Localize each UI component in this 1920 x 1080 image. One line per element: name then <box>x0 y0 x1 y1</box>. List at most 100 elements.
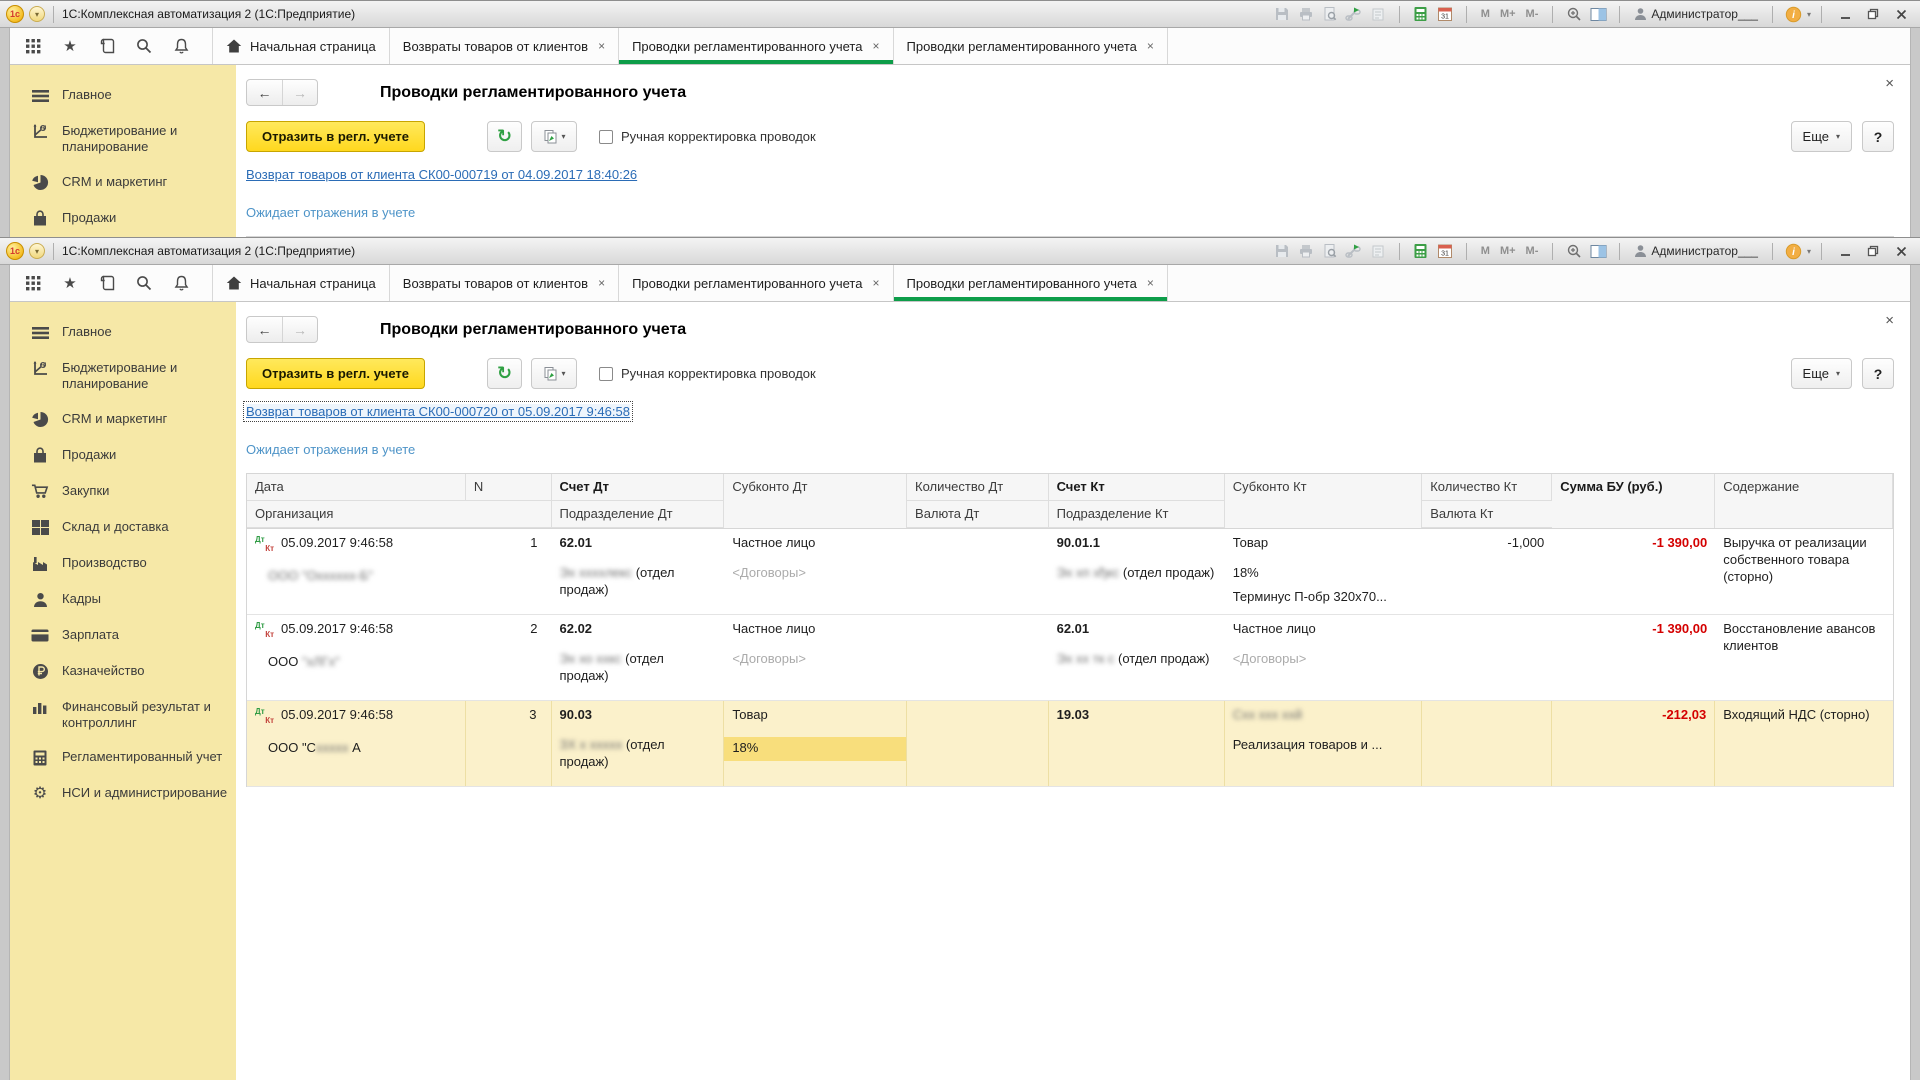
more-button[interactable]: Еще▾ <box>1791 121 1852 152</box>
get-link-icon[interactable] <box>1343 242 1365 261</box>
print-preview-icon[interactable] <box>1319 242 1341 261</box>
more-button[interactable]: Еще▾ <box>1791 358 1852 389</box>
tab-3[interactable]: Проводки регламентированного учета× <box>893 265 1168 301</box>
restore-button[interactable] <box>1860 5 1886 24</box>
tab-0[interactable]: Начальная страница <box>212 28 389 64</box>
manual-correction-checkbox[interactable]: Ручная корректировка проводок <box>599 366 816 381</box>
info-icon[interactable]: i <box>1783 242 1805 261</box>
reflect-dropdown-button[interactable]: ▾ <box>531 358 577 389</box>
main-menu-icon[interactable] <box>24 274 42 292</box>
window-titlebar[interactable]: 1с ▾ 1С:Комплексная автоматизация 2 (1С:… <box>0 238 1920 265</box>
minimize-button[interactable] <box>1832 5 1858 24</box>
reflect-dropdown-button[interactable]: ▾ <box>531 121 577 152</box>
tab-close-icon[interactable]: × <box>872 39 879 53</box>
memory-m-minus-button[interactable]: M- <box>1522 8 1543 20</box>
calendar-icon[interactable]: 31 <box>1434 242 1456 261</box>
sidebar-item[interactable]: ₽Бюджетирование и планирование <box>10 114 236 165</box>
sidebar-item[interactable]: ₽Бюджетирование и планирование <box>10 351 236 402</box>
info-icon[interactable]: i <box>1783 5 1805 24</box>
split-window-icon[interactable] <box>1587 242 1609 261</box>
restore-button[interactable] <box>1860 242 1886 261</box>
back-button[interactable]: ← <box>247 80 282 105</box>
memory-m-button[interactable]: M <box>1477 8 1494 20</box>
zoom-icon[interactable] <box>1563 242 1585 261</box>
go-to-link-icon[interactable] <box>1367 242 1389 261</box>
favorites-icon[interactable]: ★ <box>61 37 79 55</box>
chevron-down-icon[interactable]: ▾ <box>1807 247 1811 256</box>
history-icon[interactable] <box>98 274 116 292</box>
help-button[interactable]: ? <box>1862 121 1894 152</box>
sidebar-item[interactable]: Склад и доставка <box>10 510 236 546</box>
search-icon[interactable] <box>135 274 153 292</box>
print-preview-icon[interactable] <box>1319 5 1341 24</box>
get-link-icon[interactable] <box>1343 5 1365 24</box>
print-icon[interactable] <box>1295 5 1317 24</box>
forward-button[interactable]: → <box>282 80 317 105</box>
posting-row[interactable]: ДтКт05.09.2017 9:46:58ООО "хЛГх"262.02Эх… <box>247 615 1893 701</box>
chevron-down-icon[interactable]: ▾ <box>1807 10 1811 19</box>
tab-close-icon[interactable]: × <box>598 276 605 290</box>
sidebar-item[interactable]: Регламентированный учет <box>10 740 236 776</box>
sidebar-item[interactable]: ⚙НСИ и администрирование <box>10 776 236 812</box>
forward-button[interactable]: → <box>282 317 317 342</box>
current-user[interactable]: Администратор___ <box>1630 244 1762 258</box>
print-icon[interactable] <box>1295 242 1317 261</box>
manual-correction-checkbox[interactable]: Ручная корректировка проводок <box>599 129 816 144</box>
history-icon[interactable] <box>98 37 116 55</box>
tab-2[interactable]: Проводки регламентированного учета× <box>618 28 892 64</box>
sidebar-item[interactable]: Казначейство <box>10 654 236 690</box>
minimize-button[interactable] <box>1832 242 1858 261</box>
calendar-icon[interactable]: 31 <box>1434 5 1456 24</box>
notifications-bell-icon[interactable] <box>172 37 190 55</box>
tab-2[interactable]: Проводки регламентированного учета× <box>618 265 892 301</box>
back-button[interactable]: ← <box>247 317 282 342</box>
sidebar-item[interactable]: Закупки <box>10 474 236 510</box>
memory-m-button[interactable]: M <box>1477 245 1494 257</box>
close-button[interactable] <box>1888 5 1914 24</box>
refresh-button[interactable]: ↻ <box>487 121 522 152</box>
sidebar-item[interactable]: Кадры <box>10 582 236 618</box>
refresh-button[interactable]: ↻ <box>487 358 522 389</box>
current-user[interactable]: Администратор___ <box>1630 7 1762 21</box>
close-button[interactable] <box>1888 242 1914 261</box>
posting-row[interactable]: ДтКт05.09.2017 9:46:58ООО "Сххххх А390.0… <box>247 701 1893 787</box>
reflect-in-accounting-button[interactable]: Отразить в регл. учете <box>246 358 425 389</box>
tab-1[interactable]: Возвраты товаров от клиентов× <box>389 28 618 64</box>
system-menu-button[interactable]: ▾ <box>29 243 45 259</box>
sidebar-item[interactable]: Продажи <box>10 201 236 237</box>
calculator-icon[interactable] <box>1410 5 1432 24</box>
tab-0[interactable]: Начальная страница <box>212 265 389 301</box>
document-link[interactable]: Возврат товаров от клиента СК00-000720 о… <box>246 404 630 419</box>
posting-row[interactable]: ДтКт05.09.2017 9:46:58ООО "Охххххх-Б"162… <box>247 529 1893 615</box>
sidebar-item[interactable]: CRM и маркетинг <box>10 165 236 201</box>
tab-1[interactable]: Возвраты товаров от клиентов× <box>389 265 618 301</box>
sidebar-item[interactable]: Зарплата <box>10 618 236 654</box>
sidebar-item[interactable]: Финансовый результат и контроллинг <box>10 690 236 741</box>
document-link[interactable]: Возврат товаров от клиента СК00-000719 о… <box>246 167 637 182</box>
memory-m-plus-button[interactable]: M+ <box>1496 8 1520 20</box>
go-to-link-icon[interactable] <box>1367 5 1389 24</box>
split-window-icon[interactable] <box>1587 5 1609 24</box>
help-button[interactable]: ? <box>1862 358 1894 389</box>
favorites-icon[interactable]: ★ <box>61 274 79 292</box>
notifications-bell-icon[interactable] <box>172 274 190 292</box>
form-close-icon[interactable]: × <box>1885 75 1894 92</box>
memory-m-minus-button[interactable]: M- <box>1522 245 1543 257</box>
tab-close-icon[interactable]: × <box>1147 276 1154 290</box>
tab-close-icon[interactable]: × <box>598 39 605 53</box>
tab-close-icon[interactable]: × <box>1147 39 1154 53</box>
save-icon[interactable] <box>1271 5 1293 24</box>
sidebar-item[interactable]: Продажи <box>10 438 236 474</box>
tab-close-icon[interactable]: × <box>872 276 879 290</box>
reflect-in-accounting-button[interactable]: Отразить в регл. учете <box>246 121 425 152</box>
tab-3[interactable]: Проводки регламентированного учета× <box>893 28 1168 64</box>
main-menu-icon[interactable] <box>24 37 42 55</box>
calculator-icon[interactable] <box>1410 242 1432 261</box>
search-icon[interactable] <box>135 37 153 55</box>
save-icon[interactable] <box>1271 242 1293 261</box>
system-menu-button[interactable]: ▾ <box>29 6 45 22</box>
sidebar-item[interactable]: CRM и маркетинг <box>10 402 236 438</box>
zoom-icon[interactable] <box>1563 5 1585 24</box>
sidebar-item[interactable]: Главное <box>10 78 236 114</box>
sidebar-item[interactable]: Производство <box>10 546 236 582</box>
